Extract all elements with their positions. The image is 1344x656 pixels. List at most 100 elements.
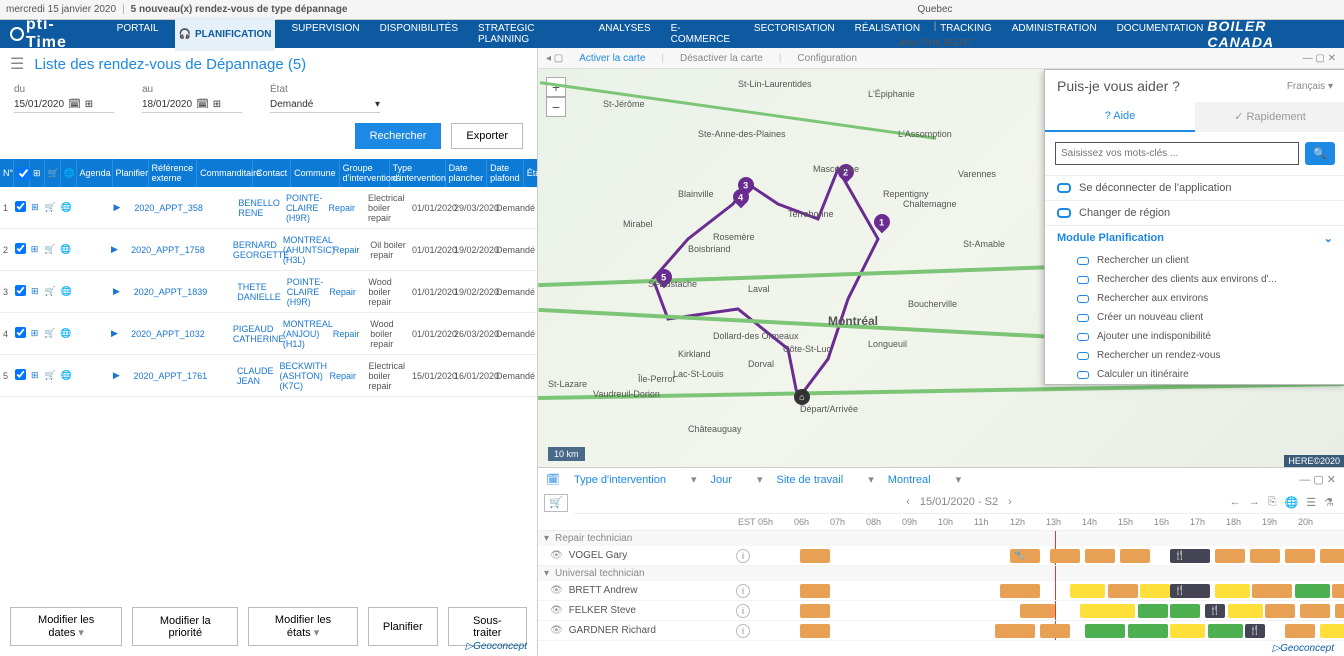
table-row[interactable]: 4 ⊞ 🛒 🌐 ▶ 2020_APPT_1032 PIGEAUD CATHERI…	[0, 313, 537, 355]
nav-sectorisation[interactable]: SECTORISATION	[750, 17, 839, 51]
map-canvas[interactable]: +− 1 2 3 4 5 ⌂ Montréal Laval Terrebonne…	[538, 69, 1344, 467]
table-row[interactable]: 5 ⊞ 🛒 🌐 ▶ 2020_APPT_1761 CLAUDE JEAN BEC…	[0, 355, 537, 397]
eye-icon[interactable]: 👁	[550, 550, 563, 561]
help-subitem[interactable]: Rechercher des clients aux environs d'..…	[1045, 270, 1344, 289]
gantt-globe-icon[interactable]: 🌐	[1285, 496, 1299, 509]
table-row[interactable]: 2 ⊞ 🛒 🌐 ▶ 2020_APPT_1758 BERNARD GEORGET…	[0, 229, 537, 271]
search-button[interactable]: Rechercher	[355, 123, 442, 149]
map-marker-2[interactable]: 2	[835, 161, 858, 184]
gantt-task[interactable]	[1320, 624, 1344, 638]
cart-icon[interactable]: 🛒	[42, 283, 58, 300]
gantt-task[interactable]	[1140, 584, 1170, 598]
filter-from-input[interactable]: 15/01/2020🗓⊞	[14, 97, 114, 113]
grid-header[interactable]: Commanditaire	[197, 159, 253, 187]
gantt-task[interactable]: 🍴	[1245, 624, 1265, 638]
grid-header[interactable]: Agenda	[77, 159, 113, 187]
play-icon[interactable]: ▶	[103, 199, 132, 216]
grid-header[interactable]: 🌐	[61, 159, 77, 187]
calendar-icon[interactable]: 🗓	[68, 99, 81, 110]
nav-supervision[interactable]: SUPERVISION	[287, 17, 363, 51]
gantt-task[interactable]	[800, 549, 830, 563]
gantt-task[interactable]	[1252, 584, 1292, 598]
clear-icon[interactable]: ⊞	[85, 99, 93, 110]
grid-header[interactable]: N°	[0, 159, 14, 187]
help-subitem[interactable]: Rechercher un rendez-vous	[1045, 346, 1344, 365]
info-icon[interactable]: i	[736, 549, 750, 563]
map-marker-depot[interactable]: ⌂	[791, 386, 814, 409]
help-search-input[interactable]	[1055, 142, 1299, 165]
gantt-task[interactable]	[800, 584, 830, 598]
globe-icon[interactable]: 🌐	[58, 283, 74, 300]
grid-header[interactable]: ⊞	[30, 159, 45, 187]
gantt-task[interactable]	[1320, 549, 1344, 563]
nav-documentation[interactable]: DOCUMENTATION	[1113, 17, 1208, 51]
nav-analyses[interactable]: ANALYSES	[595, 17, 655, 51]
resource-name[interactable]: BRETT Andrew	[569, 585, 638, 596]
nav-planification[interactable]: 🎧PLANIFICATION	[175, 17, 276, 51]
row-checkbox[interactable]	[15, 285, 26, 296]
expand-icon[interactable]: ⊞	[28, 241, 42, 258]
gantt-task[interactable]	[800, 624, 830, 638]
gantt-task[interactable]	[1285, 624, 1315, 638]
info-icon[interactable]: i	[736, 624, 750, 638]
filter-state-select[interactable]: Demandé▾	[270, 97, 380, 113]
export-button[interactable]: Exporter	[451, 123, 523, 149]
eye-icon[interactable]: 👁	[550, 605, 563, 616]
grid-header[interactable]: Commune	[291, 159, 340, 187]
help-subitem[interactable]: Rechercher aux environs	[1045, 289, 1344, 308]
grid-header[interactable]: Planifier	[113, 159, 149, 187]
gantt-task[interactable]	[1085, 624, 1125, 638]
nav-disponibilités[interactable]: DISPONIBILITÉS	[376, 17, 462, 51]
map-activate-link[interactable]: Activer la carte	[579, 53, 645, 64]
gantt-task[interactable]	[1228, 604, 1263, 618]
cart-icon[interactable]: 🛒	[42, 199, 58, 216]
gantt-task[interactable]	[1085, 549, 1115, 563]
gantt-task[interactable]	[1170, 604, 1200, 618]
modify-dates-button[interactable]: Modifier les dates	[10, 607, 122, 646]
window-controls[interactable]: — ▢ ✕	[1303, 53, 1336, 64]
help-subitem[interactable]: Calculer un itinéraire	[1045, 365, 1344, 384]
expand-icon[interactable]: ⊞	[28, 325, 42, 342]
gantt-group-repair[interactable]: ▾ Repair technician	[538, 531, 1344, 546]
grid-header[interactable]	[14, 159, 30, 187]
menu-icon[interactable]: ☰	[10, 54, 24, 74]
gantt-task[interactable]	[800, 604, 830, 618]
grid-header[interactable]: Type d'intervention	[390, 159, 446, 187]
row-checkbox[interactable]	[15, 327, 26, 338]
gantt-task[interactable]	[1250, 549, 1280, 563]
globe-icon[interactable]: 🌐	[58, 199, 74, 216]
table-row[interactable]: 1 ⊞ 🛒 🌐 ▶ 2020_APPT_358 BENELLO RENE POI…	[0, 187, 537, 229]
gantt-task[interactable]	[1208, 624, 1243, 638]
gantt-task[interactable]	[1138, 604, 1168, 618]
gantt-task[interactable]: 🍴	[1170, 584, 1210, 598]
help-section-planif[interactable]: Module Planification⌄	[1045, 225, 1344, 251]
help-tab-aide[interactable]: ? Aide	[1045, 102, 1195, 132]
map-deactivate-link[interactable]: Désactiver la carte	[680, 53, 763, 64]
grid-header[interactable]: Contact	[253, 159, 291, 187]
gantt-task[interactable]	[1300, 604, 1330, 618]
gantt-copy-icon[interactable]: ⎘	[1268, 496, 1277, 509]
help-item[interactable]: Changer de région	[1045, 200, 1344, 225]
modify-priority-button[interactable]: Modifier la priorité	[132, 607, 238, 646]
gantt-task[interactable]	[1120, 549, 1150, 563]
resource-name[interactable]: GARDNER Richard	[569, 625, 656, 636]
gantt-task[interactable]	[1070, 584, 1105, 598]
grid-header[interactable]: Date plafond	[487, 159, 524, 187]
gantt-task[interactable]	[1080, 604, 1135, 618]
grid-header[interactable]: Référence externe	[149, 159, 198, 187]
help-tab-rapid[interactable]: ✓ Rapidement	[1195, 102, 1344, 132]
table-row[interactable]: 3 ⊞ 🛒 🌐 ▶ 2020_APPT_1839 THETE DANIELLE …	[0, 271, 537, 313]
gantt-window-controls[interactable]: — ▢ ✕	[1299, 473, 1336, 486]
map-marker-5[interactable]: 5	[653, 266, 676, 289]
help-subitem[interactable]: Ajouter une indisponibilité	[1045, 327, 1344, 346]
help-item[interactable]: Se déconnecter de l'application	[1045, 175, 1344, 200]
expand-icon[interactable]: ⊞	[28, 367, 42, 384]
row-checkbox[interactable]	[15, 243, 26, 254]
help-subitem[interactable]: Rechercher un client	[1045, 251, 1344, 270]
gantt-task[interactable]	[1108, 584, 1138, 598]
info-icon[interactable]: i	[736, 604, 750, 618]
gantt-task[interactable]	[1332, 584, 1344, 598]
gantt-task[interactable]	[995, 624, 1035, 638]
gantt-task[interactable]: 🍴	[1170, 549, 1210, 563]
grid-header[interactable]: Date plancher	[446, 159, 488, 187]
